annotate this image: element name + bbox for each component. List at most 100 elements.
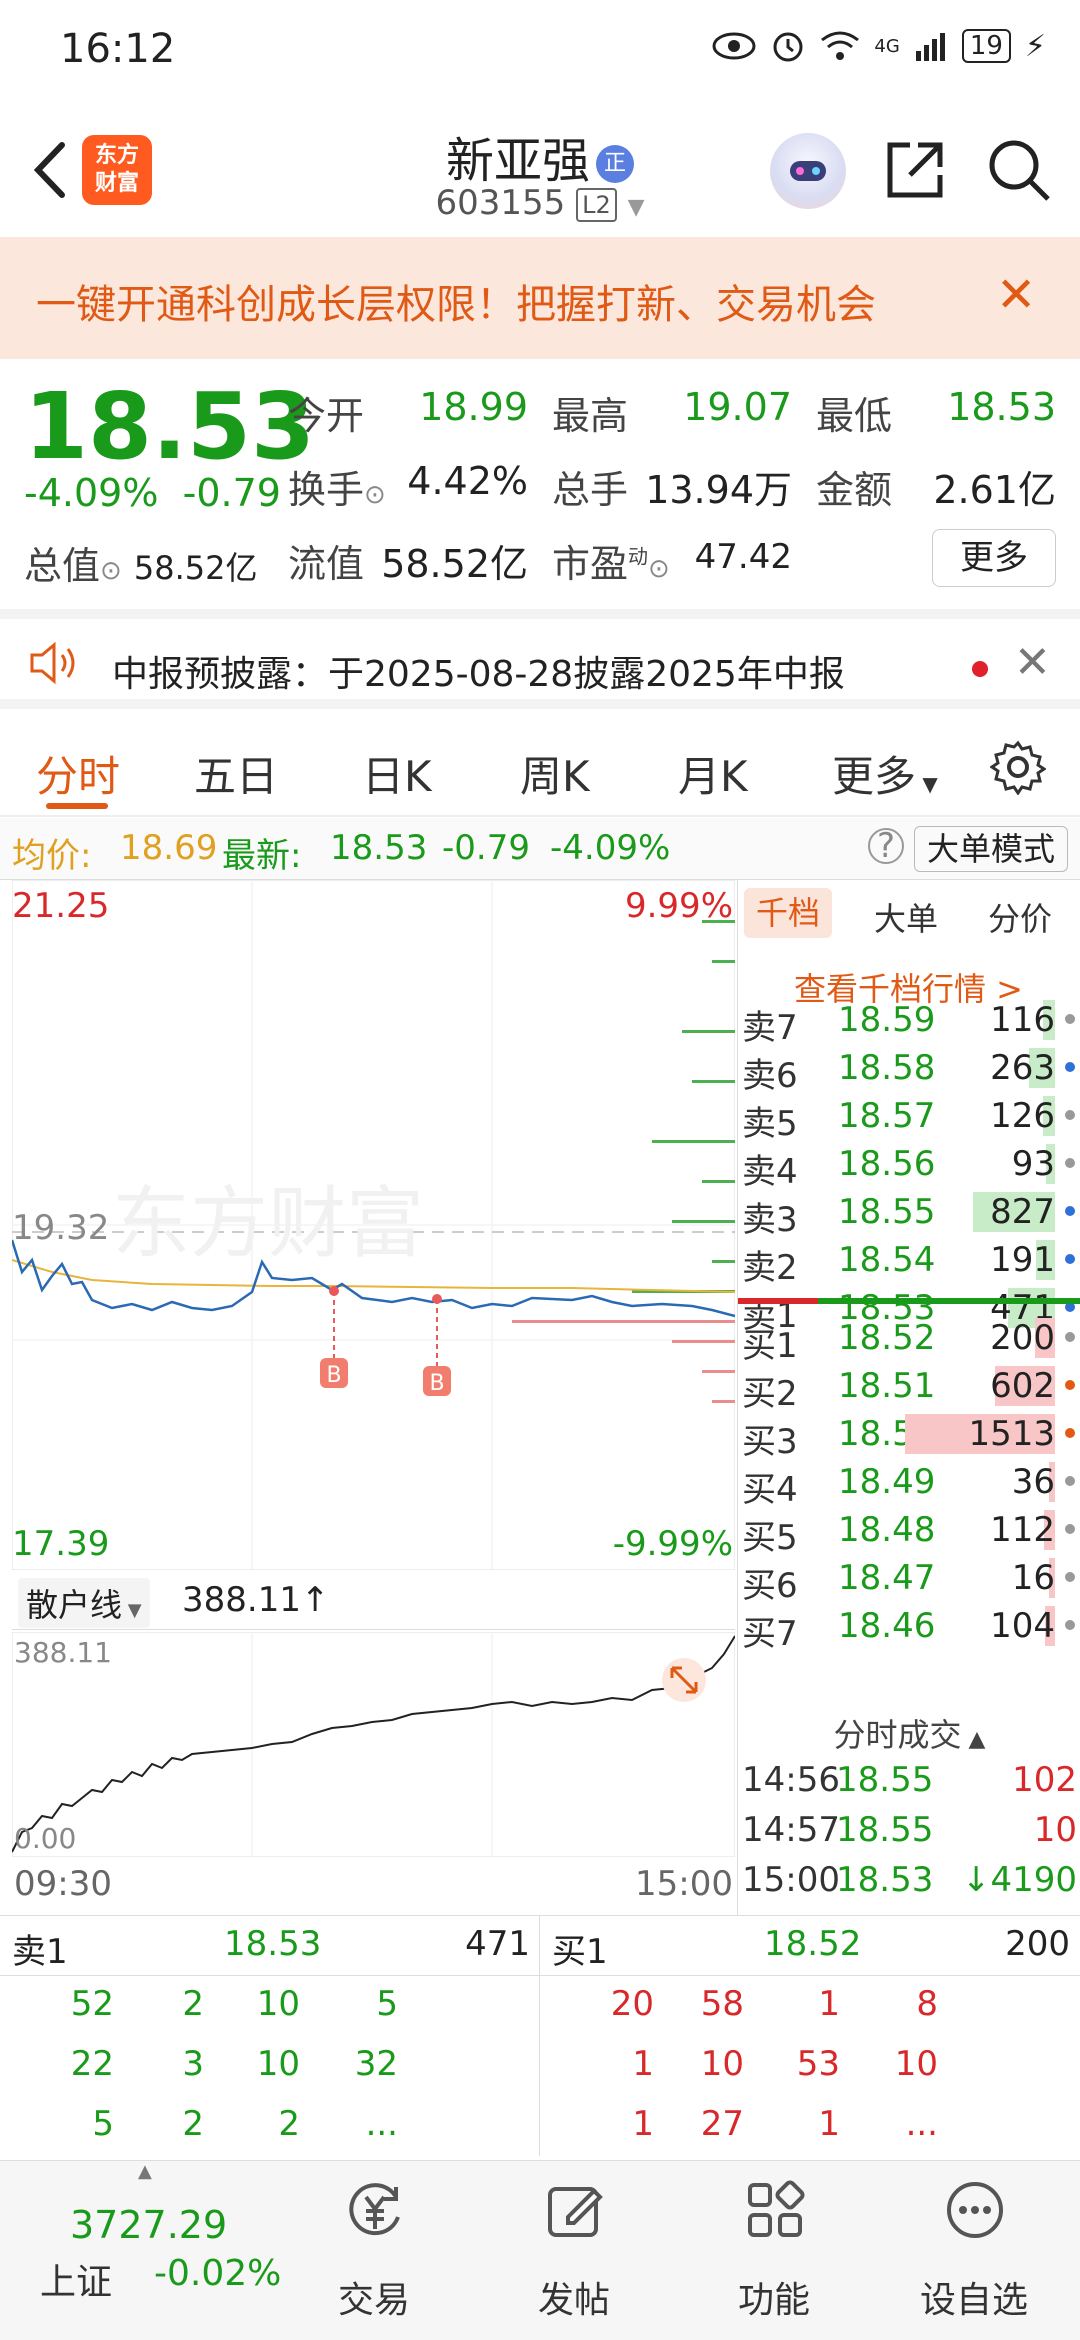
ask-level-row[interactable]: 卖5 18.57 126 [738, 1092, 1080, 1144]
level-label: 买5 [742, 1518, 798, 1558]
tab-thousand-levels[interactable]: 千档 [744, 888, 833, 938]
index-name: 上证 [40, 2262, 113, 2303]
queue-cell: 3 [182, 2044, 204, 2084]
level-label: 卖7 [742, 1008, 798, 1048]
chevron-down-icon: ▼ [627, 195, 645, 220]
level2-badge: L2 [576, 187, 617, 222]
intraday-chart[interactable]: 东方财富 B B 21.25 9.99% 19.32 17.39 -9.99% [12, 880, 735, 1570]
more-button[interactable]: 更多 [932, 529, 1056, 587]
time-start: 09:30 [14, 1864, 112, 1904]
level-price: 18.51 [838, 1366, 936, 1406]
level-price: 18.49 [838, 1462, 936, 1502]
level-dot [1065, 1476, 1075, 1486]
trade-price: 18.53 [836, 1860, 934, 1900]
close-icon[interactable]: ✕ [996, 267, 1036, 323]
level-volume: 126 [990, 1096, 1055, 1136]
battery-icon: 19 [961, 29, 1011, 63]
ask-level-row[interactable]: 卖6 18.58 263 [738, 1044, 1080, 1096]
tab-weekly-k[interactable]: 周K [520, 743, 590, 804]
notice-bar[interactable]: 中报预披露：于2025-08-28披露2025年中报 ✕ [0, 609, 1080, 709]
bid-level-row[interactable]: 买3 18.50 1513 [738, 1410, 1080, 1462]
amount-label: 金额 [816, 468, 893, 512]
queue-cell: 5 [92, 2104, 114, 2144]
assistant-robot-icon[interactable] [770, 133, 846, 209]
queue-cell: 8 [916, 1984, 938, 2024]
bid-level-row[interactable]: 买2 18.51 602 [738, 1362, 1080, 1414]
level-dot [1065, 1428, 1075, 1438]
queue-cell: 27 [700, 2104, 744, 2144]
ask-level-row[interactable]: 卖2 18.54 191 [738, 1236, 1080, 1288]
share-icon[interactable] [882, 137, 948, 203]
level-volume: 263 [990, 1048, 1055, 1088]
ask-level-row[interactable]: 卖3 18.55 827 [738, 1188, 1080, 1240]
time-end: 15:00 [635, 1864, 733, 1904]
level-price: 18.54 [838, 1240, 936, 1280]
more-dots-icon [947, 2182, 1003, 2238]
promo-text: 一键开通科创成长层权限！把握打新、交易机会 [36, 282, 876, 328]
level-volume: 191 [990, 1240, 1055, 1280]
ask-level-row[interactable]: 卖7 18.59 116 [738, 996, 1080, 1048]
queue-cell: 20 [610, 1984, 654, 2024]
tab-daily-k[interactable]: 日K [362, 743, 432, 804]
total-mv: 总值⊙ 58.52亿 [24, 544, 258, 588]
level-label: 买6 [742, 1566, 798, 1606]
latest-value: 18.53 [330, 828, 428, 868]
level-label: 卖3 [742, 1200, 798, 1240]
level-dot [1065, 1380, 1075, 1390]
help-icon[interactable]: ? [868, 828, 904, 864]
trade-time: 15:00 [742, 1860, 840, 1900]
status-icons: 4G 19 ⚡ [712, 28, 1046, 64]
y-top-label: 21.25 [12, 886, 110, 926]
tab-more[interactable]: 更多 ▼ [832, 743, 938, 804]
sell-queue: 卖1 18.53 471 52 2 10 5 22 3 10 32 5 2 2... [0, 1916, 540, 2156]
level-label: 买1 [742, 1326, 798, 1366]
signal-icon [915, 33, 945, 61]
level-volume: 104 [990, 1606, 1055, 1646]
avg-value: 18.69 [120, 828, 218, 868]
gear-icon[interactable] [990, 739, 1046, 795]
clock: 16:12 [60, 26, 176, 72]
turnover-label: 换手⊙ [288, 468, 386, 512]
bid-level-row[interactable]: 买6 18.47 16 [738, 1554, 1080, 1606]
volume-label: 总手 [552, 468, 629, 512]
search-icon[interactable] [986, 137, 1052, 203]
queue-cell: 32 [354, 2044, 398, 2084]
indicator-select[interactable]: 散户线 ▼ [18, 1578, 150, 1628]
promo-banner[interactable]: 一键开通科创成长层权限！把握打新、交易机会 ✕ [0, 237, 1080, 359]
trade-yen-icon [349, 2183, 400, 2236]
tab-intraday[interactable]: 分时 [36, 743, 120, 804]
tab-big-orders[interactable]: 大单 [874, 894, 938, 940]
sub-indicator-chart[interactable]: 388.11 0.00 [11, 1631, 736, 1858]
bid-level-row[interactable]: 买5 18.48 112 [738, 1506, 1080, 1558]
bid-level-row[interactable]: 买1 18.52 200 [738, 1314, 1080, 1366]
level-dot [1065, 1014, 1075, 1024]
ask-level-row[interactable]: 卖4 18.56 93 [738, 1140, 1080, 1192]
float-mv-value: 58.52亿 [381, 542, 528, 586]
alarm-icon [773, 32, 803, 62]
indicator-value: 388.11↑ [182, 1580, 330, 1620]
tab-monthly-k[interactable]: 月K [678, 743, 748, 804]
bid-level-row[interactable]: 买4 18.49 36 [738, 1458, 1080, 1510]
big-order-mode-button[interactable]: 大单模式 [914, 826, 1068, 872]
open-label: 今开 [288, 394, 365, 438]
tab-five-day[interactable]: 五日 [194, 743, 278, 804]
close-icon[interactable]: ✕ [1014, 637, 1051, 688]
level-label: 卖6 [742, 1056, 798, 1096]
unread-dot [972, 661, 988, 677]
buy-queue-header: 买1 18.52 200 [540, 1916, 1080, 1976]
trades-header[interactable]: 分时成交 ▲ [738, 1710, 1080, 1756]
price-change: -4.09% -0.79 [24, 471, 281, 515]
trade-price: 18.55 [836, 1760, 934, 1800]
queue-cell: ... [365, 2104, 398, 2144]
tab-price-breakdown[interactable]: 分价 [988, 894, 1052, 940]
eye-icon [712, 32, 756, 60]
queue-cell: 2 [182, 1984, 204, 2024]
level-label: 买3 [742, 1422, 798, 1462]
level-label: 卖4 [742, 1152, 798, 1192]
network-type: 4G [874, 35, 900, 57]
bid-level-row[interactable]: 买7 18.46 104 [738, 1602, 1080, 1654]
latest-label: 最新: [222, 836, 302, 876]
level-dot [1065, 1332, 1075, 1342]
chart-tabs: 分时 五日 日K 周K 月K 更多 ▼ [0, 725, 1080, 817]
level-volume: 116 [990, 1000, 1055, 1040]
